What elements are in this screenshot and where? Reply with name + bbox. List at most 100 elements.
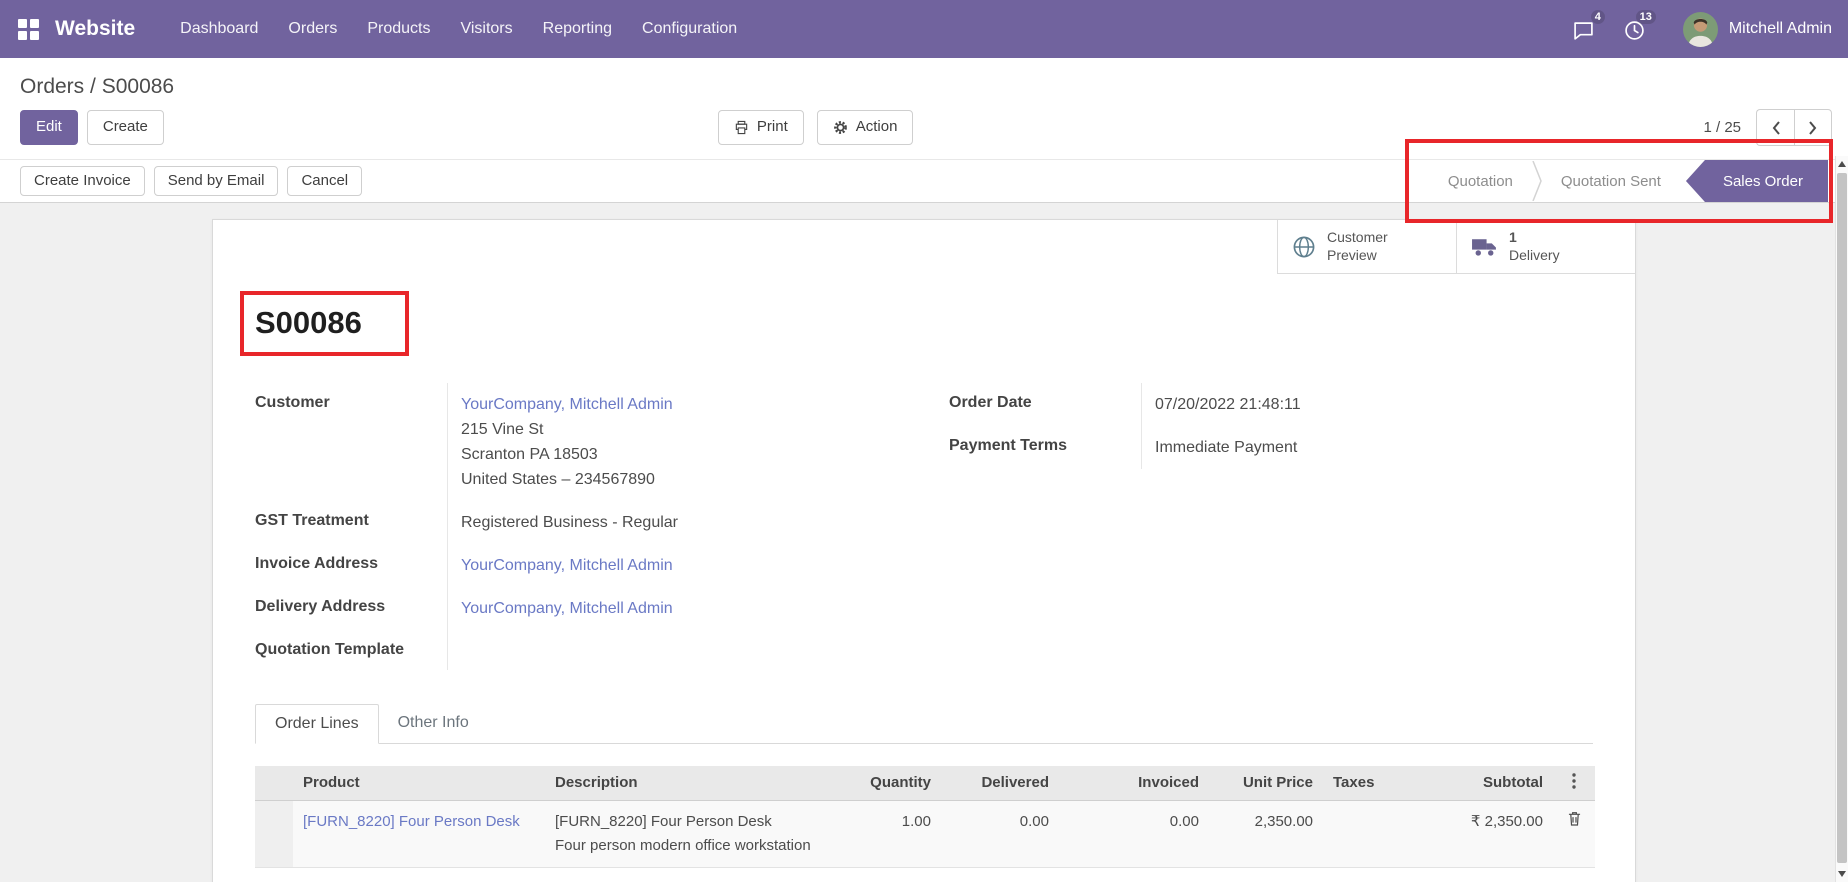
delivery-label: Delivery: [1509, 247, 1560, 263]
field-quotation-template: Quotation Template: [255, 630, 899, 670]
taxes-cell: [1323, 800, 1393, 867]
spacer-cell: [1059, 800, 1081, 867]
apps-grid-icon[interactable]: [18, 19, 39, 40]
control-panel: Edit Create Print Action 1 / 25: [0, 101, 1848, 159]
title-wrap: S00086: [255, 304, 362, 341]
messages-icon[interactable]: 4: [1565, 13, 1606, 45]
print-button[interactable]: Print: [718, 110, 804, 145]
breadcrumb-divider: /: [84, 75, 102, 98]
order-lines-table: Product Description Quantity Delivered I…: [255, 766, 1595, 868]
order-title: S00086: [255, 304, 362, 341]
field-invoice-address: Invoice Address YourCompany, Mitchell Ad…: [255, 544, 899, 587]
nav-item-reporting[interactable]: Reporting: [528, 0, 627, 58]
product-link[interactable]: [FURN_8220] Four Person Desk: [303, 813, 520, 830]
page: Website Dashboard Orders Products Visito…: [0, 0, 1848, 882]
nav-item-orders[interactable]: Orders: [273, 0, 352, 58]
user-menu[interactable]: Mitchell Admin: [1683, 12, 1832, 47]
table-header-row: Product Description Quantity Delivered I…: [255, 766, 1595, 801]
action-button[interactable]: Action: [817, 110, 914, 145]
breadcrumb-current: S00086: [102, 75, 174, 98]
nav-item-visitors[interactable]: Visitors: [445, 0, 527, 58]
description-column-header: Description: [545, 766, 845, 801]
customer-preview-label: Customer Preview: [1327, 229, 1431, 264]
scroll-up-button[interactable]: [1836, 157, 1848, 171]
customer-preview-button[interactable]: Customer Preview: [1277, 220, 1456, 274]
top-navbar: Website Dashboard Orders Products Visito…: [0, 0, 1848, 58]
activities-icon[interactable]: 13: [1616, 13, 1657, 45]
invoice-address-link[interactable]: YourCompany, Mitchell Admin: [461, 557, 673, 574]
vertical-scrollbar[interactable]: [1835, 156, 1848, 882]
stage-quotation[interactable]: Quotation: [1429, 160, 1532, 202]
record-action-buttons: Create Invoice Send by Email Cancel: [20, 160, 362, 202]
delivery-address-link[interactable]: YourCompany, Mitchell Admin: [461, 600, 673, 617]
customer-label: Customer: [255, 383, 447, 501]
triangle-down-icon: [1838, 871, 1846, 877]
content-area: Customer Preview 1 Delivery: [0, 203, 1848, 882]
field-customer: Customer YourCompany, Mitchell Admin 215…: [255, 383, 899, 501]
order-line-row[interactable]: [FURN_8220] Four Person Desk [FURN_8220]…: [255, 800, 1595, 867]
trash-icon: [1568, 811, 1581, 826]
row-handle[interactable]: [255, 800, 293, 867]
pager-buttons: [1756, 109, 1832, 146]
delete-line-button[interactable]: [1553, 800, 1595, 867]
subtotal-cell: ₹ 2,350.00: [1393, 800, 1553, 867]
field-delivery-address: Delivery Address YourCompany, Mitchell A…: [255, 587, 899, 630]
quantity-cell: 1.00: [845, 800, 941, 867]
field-payment-terms: Payment Terms Immediate Payment: [949, 426, 1593, 469]
notebook-tabs: Order Lines Other Info: [255, 704, 1593, 744]
optional-columns-button[interactable]: [1553, 766, 1595, 801]
nav-item-configuration[interactable]: Configuration: [627, 0, 752, 58]
breadcrumb: Orders / S00086: [0, 58, 1848, 101]
systray: 4 13 Mitchell Admin: [1565, 12, 1832, 47]
edit-button[interactable]: Edit: [20, 110, 78, 145]
create-button[interactable]: Create: [87, 110, 164, 145]
stat-button-row: Customer Preview 1 Delivery: [213, 220, 1635, 274]
chat-bubble-icon: [1573, 20, 1594, 41]
stage-quotation-sent[interactable]: Quotation Sent: [1542, 160, 1680, 202]
sheet-body: S00086 Customer YourCompany, Mitchell Ad…: [213, 274, 1635, 882]
statusbar: Quotation Quotation Sent Sales Order: [1429, 160, 1828, 202]
cancel-button[interactable]: Cancel: [287, 166, 362, 197]
pager-next-button[interactable]: [1794, 109, 1832, 146]
cp-center-buttons: Print Action: [718, 110, 914, 145]
action-strip: Create Invoice Send by Email Cancel Quot…: [0, 159, 1848, 203]
handle-column-header: [255, 766, 293, 801]
pager-previous-button[interactable]: [1756, 109, 1794, 146]
field-group-right: Order Date 07/20/2022 21:48:11 Payment T…: [949, 383, 1593, 469]
description-line-2: Four person modern office workstation: [555, 834, 835, 858]
delivery-button[interactable]: 1 Delivery: [1456, 220, 1635, 274]
unit-price-column-header: Unit Price: [1209, 766, 1323, 801]
chevron-left-icon: [1771, 120, 1781, 136]
payment-terms-value: Immediate Payment: [1141, 426, 1593, 469]
tab-order-lines[interactable]: Order Lines: [255, 704, 379, 744]
activities-badge: 13: [1636, 10, 1656, 24]
quotation-template-value[interactable]: [447, 630, 899, 670]
send-by-email-button[interactable]: Send by Email: [154, 166, 279, 197]
description-line-1: [FURN_8220] Four Person Desk: [555, 810, 835, 834]
user-name: Mitchell Admin: [1729, 20, 1832, 38]
invoice-address-label: Invoice Address: [255, 544, 447, 587]
invoiced-column-header: Invoiced: [1081, 766, 1209, 801]
gear-icon: [833, 120, 848, 135]
field-groups: Customer YourCompany, Mitchell Admin 215…: [255, 383, 1593, 670]
breadcrumb-orders[interactable]: Orders: [20, 75, 84, 98]
scroll-down-button[interactable]: [1836, 867, 1848, 881]
app-brand[interactable]: Website: [55, 17, 135, 41]
delivered-column-header: Delivered: [941, 766, 1059, 801]
delivered-cell: 0.00: [941, 800, 1059, 867]
field-group-left: Customer YourCompany, Mitchell Admin 215…: [255, 383, 899, 670]
quantity-column-header: Quantity: [845, 766, 941, 801]
delivery-count-label: 1 Delivery: [1509, 229, 1613, 264]
kebab-icon: [1572, 773, 1576, 789]
delivery-count: 1: [1509, 229, 1613, 247]
nav-item-dashboard[interactable]: Dashboard: [165, 0, 273, 58]
taxes-column-header: Taxes: [1323, 766, 1393, 801]
scrollbar-thumb[interactable]: [1837, 173, 1847, 863]
stage-sales-order-active[interactable]: Sales Order: [1686, 160, 1828, 202]
navbar-menu: Dashboard Orders Products Visitors Repor…: [165, 0, 752, 58]
nav-item-products[interactable]: Products: [352, 0, 445, 58]
tab-other-info[interactable]: Other Info: [379, 704, 488, 743]
create-invoice-button[interactable]: Create Invoice: [20, 166, 145, 197]
gst-treatment-label: GST Treatment: [255, 501, 447, 544]
customer-link[interactable]: YourCompany, Mitchell Admin: [461, 396, 673, 413]
